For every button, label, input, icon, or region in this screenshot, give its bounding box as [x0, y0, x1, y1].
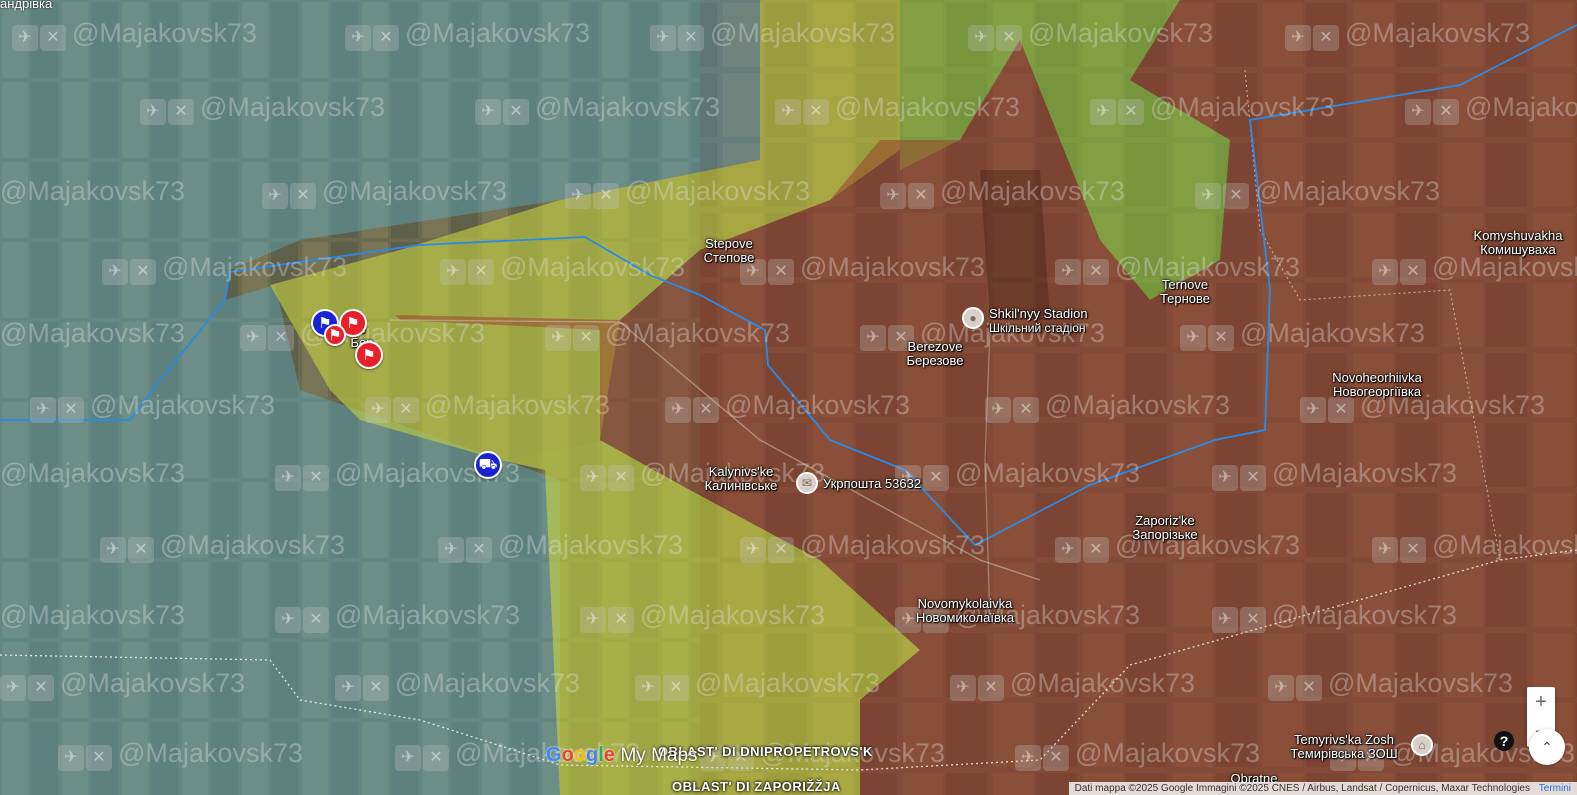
terms-link[interactable]: Termini [1539, 783, 1571, 794]
attribution-text: Dati mappa ©2025 Google Immagini ©2025 C… [1074, 783, 1530, 794]
place-label-stepove[interactable]: Stepove Степове [704, 237, 755, 265]
google-mymaps-logo: Google My Maps [546, 744, 698, 766]
poi-label-stadion[interactable]: Shkil'nyy Stadion Шкільний стадіон [989, 307, 1088, 336]
place-label-temyrivska[interactable]: Temyrivs'ka Zosh Темирівська ЗОШ [1290, 733, 1397, 761]
place-label-zaporizke[interactable]: Zaporiz'ke Запорізьке [1132, 514, 1197, 542]
zoom-in-button[interactable]: + [1527, 687, 1555, 717]
pin-icon[interactable]: ● [962, 307, 984, 329]
help-button[interactable]: ? [1494, 731, 1514, 751]
place-label-kalynivske[interactable]: Kalynivs'ke Калинівське [705, 465, 778, 493]
dark-field [980, 170, 1050, 320]
place-label-corner: андрівка [0, 0, 53, 11]
map-canvas[interactable]: ✈ ✕ @Majakovsk73 ✈ ✕ @Majakovsk73 ✈ ✕ @Majakov… [0, 0, 1577, 795]
compass-button[interactable]: ⌃ [1529, 729, 1565, 765]
place-label-berezove[interactable]: Berezove Березове [907, 340, 964, 368]
place-label-novoheorhiivka[interactable]: Novoheorhiivka Новогеоргіївка [1332, 371, 1422, 399]
place-label-komyshuvakha[interactable]: Komyshuvakha Комишуваха [1474, 229, 1563, 257]
poi-label-ukrposhta[interactable]: Укрпошта 53632 [823, 477, 921, 491]
flag-red-marker[interactable]: ⚑ [355, 341, 383, 369]
mail-icon[interactable]: ✉ [796, 472, 818, 494]
place-label-novomykolaivka[interactable]: Novomykolaivka Новомиколаївка [916, 597, 1014, 625]
chevron-up-icon: ⌃ [1541, 739, 1553, 755]
burning-vehicle-marker[interactable]: ⛟ [474, 451, 502, 479]
map-attribution: Dati mappa ©2025 Google Immagini ©2025 C… [1068, 782, 1577, 795]
place-label-ternove[interactable]: Ternove Тернове [1160, 278, 1210, 306]
flag-red-marker[interactable]: ⚑ [324, 324, 346, 346]
school-icon[interactable]: ⌂ [1411, 734, 1433, 756]
oblast-label-zaporizhzhia: OBLAST' DI ZAPORIŽŽJA [672, 779, 841, 794]
